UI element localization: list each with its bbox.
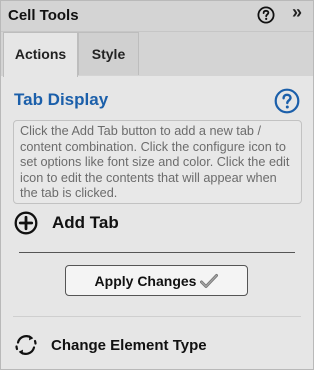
panel-titlebar: Cell Tools » <box>1 1 313 32</box>
cycle-arrows-icon <box>15 335 37 355</box>
divider <box>19 252 295 253</box>
double-chevron-right-icon[interactable]: » <box>292 3 302 21</box>
add-tab-label: Add Tab <box>52 213 119 232</box>
panel-title: Cell Tools <box>8 7 79 24</box>
tab-actions[interactable]: Actions <box>3 32 78 77</box>
change-element-type-label: Change Element Type <box>51 336 207 354</box>
section-title: Tab Display <box>14 90 109 109</box>
divider <box>13 316 301 317</box>
tab-bar: Actions Style <box>1 32 313 77</box>
help-circle-icon[interactable] <box>257 6 275 24</box>
section-description: Click the Add Tab button to add a new ta… <box>13 120 302 204</box>
checkmark-icon <box>200 273 219 288</box>
change-element-type-button[interactable]: Change Element Type <box>14 332 207 358</box>
apply-changes-button[interactable]: Apply Changes <box>65 265 248 296</box>
apply-changes-label: Apply Changes <box>94 272 197 289</box>
plus-circle-icon <box>14 211 38 235</box>
cell-tools-panel: Cell Tools » Actions Style Tab Display C… <box>0 0 314 370</box>
tab-style[interactable]: Style <box>78 32 139 75</box>
help-circle-icon[interactable] <box>274 88 300 114</box>
add-tab-button[interactable]: Add Tab <box>14 210 119 236</box>
